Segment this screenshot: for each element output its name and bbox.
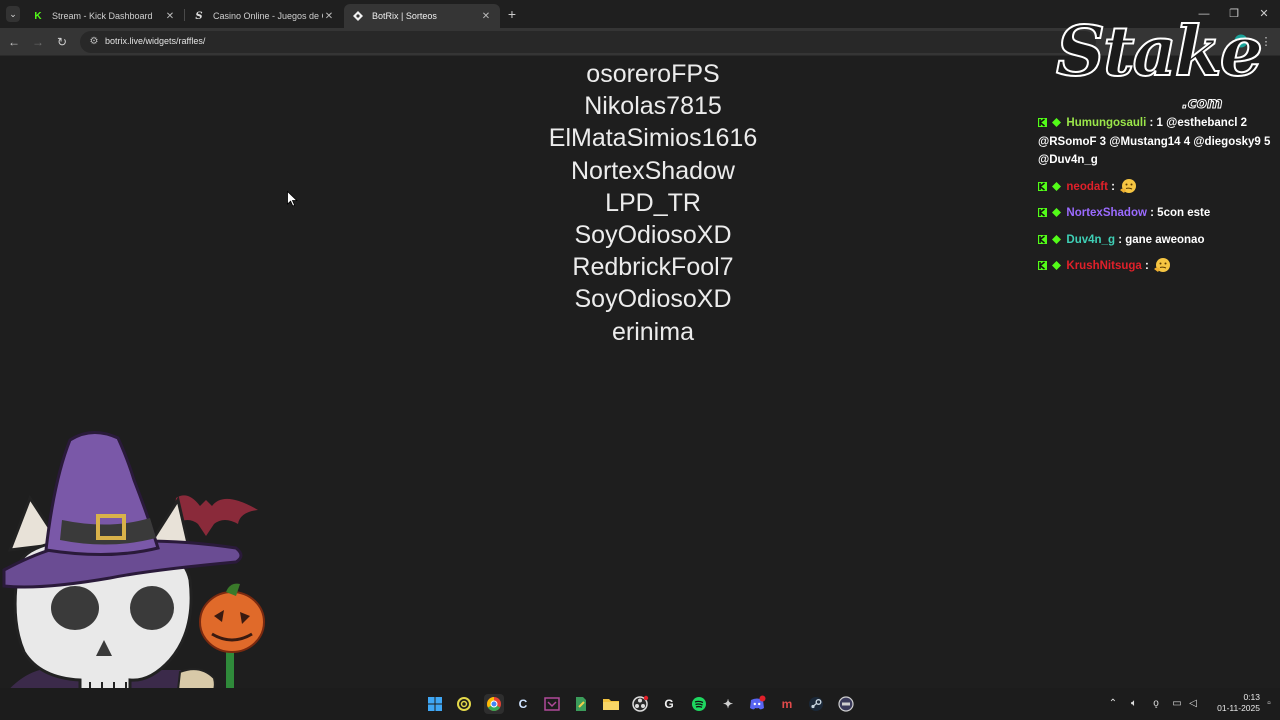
thinking-face-emote bbox=[1120, 178, 1137, 193]
g-hub-icon[interactable]: G bbox=[659, 694, 679, 714]
chrome-icon[interactable] bbox=[484, 694, 504, 714]
back-arrow-icon[interactable]: ← bbox=[6, 34, 22, 50]
network-icon[interactable]: ▭ bbox=[1170, 697, 1184, 711]
raffle-entry: LPD_TR bbox=[605, 188, 701, 217]
controller-app-icon[interactable] bbox=[836, 694, 856, 714]
raffle-entry: SoyOdiosoXD bbox=[574, 285, 732, 314]
speaker-icon[interactable]: 🔈︎ bbox=[1127, 697, 1141, 711]
epic-games-icon[interactable]: ✦ bbox=[718, 694, 738, 714]
tab-label: Casino Online - Juegos de Casino bbox=[213, 11, 323, 21]
notification-icon[interactable]: ▫ bbox=[1262, 697, 1276, 711]
close-tab-icon[interactable]: ✕ bbox=[480, 11, 492, 22]
stake-s-icon: S bbox=[195, 10, 203, 22]
chat-overlay: Humungosauli : 1 @esthebancl 2 @RSomoF 3… bbox=[1034, 112, 1278, 278]
windows-taskbar: C G ✦ m ⌃ 🔈︎ ǫ ▭ ◁ ▫ bbox=[0, 688, 1280, 720]
diamond-badge-icon bbox=[1052, 181, 1062, 191]
raffle-entry-list: osoreroFPS Nikolas7815 ElMataSimios1616 … bbox=[440, 58, 866, 348]
raffle-entry: NortexShadow bbox=[571, 156, 735, 185]
chat-username: NortexShadow bbox=[1066, 207, 1147, 219]
raffle-entry: Nikolas7815 bbox=[584, 92, 722, 121]
close-tab-icon[interactable]: ✕ bbox=[323, 11, 335, 22]
reload-icon[interactable]: ↻ bbox=[54, 34, 70, 50]
chat-separator: : bbox=[1145, 260, 1149, 272]
clock-time: 0:13 bbox=[1243, 692, 1260, 702]
chat-username: Duv4n_g bbox=[1066, 233, 1115, 246]
diamond-badge-icon bbox=[1052, 261, 1062, 270]
obs-icon[interactable] bbox=[630, 694, 650, 714]
diamond-badge-icon bbox=[1052, 208, 1062, 217]
chat-username: KrushNitsuga bbox=[1066, 260, 1142, 272]
botrix-icon bbox=[352, 10, 364, 22]
witch-skull-mascot bbox=[0, 431, 265, 720]
chat-username: neodaft bbox=[1066, 180, 1108, 193]
raffle-entry: RedbrickFool7 bbox=[572, 253, 734, 282]
copilot-ring-icon[interactable] bbox=[454, 694, 474, 714]
windows-start-icon[interactable] bbox=[425, 694, 445, 714]
raffle-entry: osoreroFPS bbox=[586, 60, 720, 88]
diamond-badge-icon bbox=[1052, 234, 1062, 244]
diamond-badge-icon bbox=[1052, 118, 1062, 127]
raffle-entry: erinima bbox=[612, 317, 694, 346]
discord-icon[interactable] bbox=[747, 694, 767, 714]
kick-badge-icon bbox=[1038, 208, 1047, 217]
bat-icon bbox=[175, 495, 258, 536]
chat-text: gane aweonao bbox=[1125, 233, 1205, 246]
chat-separator: : bbox=[1118, 233, 1123, 246]
microphone-icon[interactable]: ǫ bbox=[1149, 697, 1163, 711]
chat-text: 5con este bbox=[1157, 207, 1211, 219]
kick-badge-icon bbox=[1038, 261, 1047, 270]
editor-icon[interactable] bbox=[571, 694, 591, 714]
address-bar[interactable]: ⚙ botrix.live/widgets/raffles/ bbox=[80, 31, 1096, 53]
file-explorer-icon[interactable] bbox=[601, 694, 621, 714]
chat-message: neodaft : bbox=[1034, 176, 1278, 199]
m-app-icon[interactable]: m bbox=[777, 694, 797, 714]
tab-botrix-sorteos[interactable]: BotRix | Sorteos ✕ bbox=[344, 4, 500, 28]
chat-message: KrushNitsuga : bbox=[1034, 255, 1278, 278]
tray-overflow-icon[interactable]: ⌃ bbox=[1106, 697, 1120, 711]
chat-separator: : bbox=[1149, 117, 1154, 129]
kick-badge-icon bbox=[1038, 234, 1047, 244]
kick-badge-icon bbox=[1038, 118, 1047, 127]
ccleaner-icon[interactable]: C bbox=[513, 694, 533, 714]
mouse-cursor-icon bbox=[287, 191, 298, 207]
screen: ⌄ K Stream - Kick Dashboard ✕ S Casino O… bbox=[0, 0, 1280, 720]
thinking-face-emote bbox=[1154, 258, 1171, 272]
forward-arrow-icon[interactable]: → bbox=[30, 34, 46, 50]
stake-logo-suffix: .com bbox=[1182, 94, 1224, 113]
site-info-icon[interactable]: ⚙ bbox=[87, 35, 101, 49]
kick-studio-icon[interactable] bbox=[542, 694, 562, 714]
volume-icon[interactable]: ◁ bbox=[1186, 697, 1200, 711]
chat-message: Duv4n_g : gane aweonao bbox=[1034, 229, 1278, 252]
tab-label: BotRix | Sorteos bbox=[372, 11, 437, 21]
tab-label: Stream - Kick Dashboard bbox=[52, 11, 153, 21]
kick-badge-icon bbox=[1038, 181, 1047, 191]
tab-kick-dashboard[interactable]: K Stream - Kick Dashboard ✕ bbox=[24, 4, 184, 28]
stake-logo-text: Stake bbox=[1055, 11, 1264, 93]
chat-separator: : bbox=[1111, 180, 1115, 193]
url-text[interactable]: botrix.live/widgets/raffles/ bbox=[105, 36, 205, 46]
system-clock[interactable]: 0:13 01-11-2025 bbox=[1204, 692, 1260, 714]
chat-message: Humungosauli : 1 @esthebancl 2 @RSomoF 3… bbox=[1034, 112, 1278, 172]
raffle-entry: SoyOdiosoXD bbox=[574, 220, 732, 249]
stake-logo-overlay: Stake .com bbox=[1050, 10, 1264, 114]
chat-separator: : bbox=[1150, 207, 1154, 219]
raffle-entry: ElMataSimios1616 bbox=[548, 124, 758, 153]
tab-casino-online[interactable]: S Casino Online - Juegos de Casino ✕ bbox=[185, 4, 343, 28]
kick-icon: K bbox=[34, 10, 42, 22]
clock-date: 01-11-2025 bbox=[1217, 703, 1260, 713]
spotify-icon[interactable] bbox=[689, 694, 709, 714]
tab-search-button[interactable]: ⌄ bbox=[6, 6, 20, 22]
chat-username: Humungosauli bbox=[1066, 117, 1147, 129]
chat-message: NortexShadow : 5con este bbox=[1034, 202, 1278, 225]
close-tab-icon[interactable]: ✕ bbox=[164, 11, 176, 22]
new-tab-button[interactable]: + bbox=[504, 6, 520, 22]
steam-icon[interactable] bbox=[806, 694, 826, 714]
